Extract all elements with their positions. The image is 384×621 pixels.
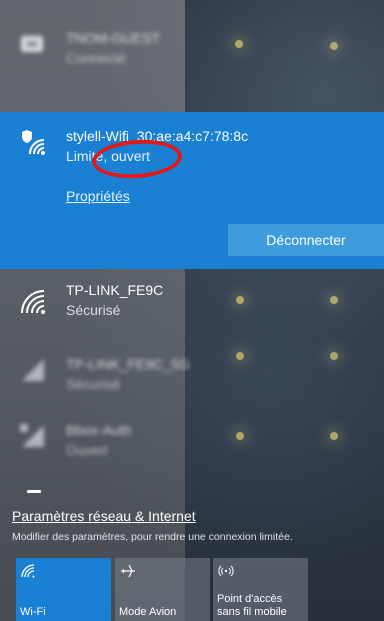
- mobile-hotspot-tile[interactable]: Point d'accès sans fil mobile: [213, 558, 308, 621]
- network-name: Bbox-Auth: [66, 422, 132, 438]
- network-settings-link[interactable]: Paramètres réseau & Internet: [12, 508, 196, 524]
- wifi-icon: [22, 359, 44, 381]
- tile-label: Point d'accès sans fil mobile: [217, 593, 287, 619]
- tile-label: Wi-Fi: [20, 606, 46, 618]
- network-item[interactable]: TP-LINK_FE9C_5G Sécurisé: [0, 350, 384, 410]
- network-status: Sécurisé: [66, 376, 121, 392]
- ethernet-icon: [21, 36, 43, 52]
- disconnect-button[interactable]: Déconnecter: [228, 224, 384, 256]
- wifi-icon: [21, 564, 35, 578]
- network-status: Connecté: [66, 50, 126, 66]
- network-status: Ouvert: [66, 442, 109, 458]
- network-item[interactable]: TP-LINK_FE9C Sécurisé: [0, 278, 384, 338]
- network-item-selected[interactable]: stylell-Wifi_30:ae:a4:c7:78:8c Limité, o…: [0, 112, 384, 269]
- network-status: Sécurisé: [66, 302, 121, 318]
- tile-label: Mode Avion: [119, 606, 177, 618]
- network-name: TNOM-GUEST: [66, 30, 161, 46]
- wifi-toggle-tile[interactable]: Wi-Fi: [16, 558, 111, 621]
- wifi-icon: [20, 424, 44, 447]
- hotspot-icon: [218, 565, 234, 577]
- tile-label-line2: sans fil mobile: [217, 606, 287, 618]
- airplane-mode-tile[interactable]: Mode Avion: [115, 558, 210, 621]
- airplane-icon: [121, 564, 135, 578]
- network-flyout: TNOM-GUEST Connecté stylell-Wifi_30:ae:a…: [0, 0, 384, 621]
- more-networks-dash: [27, 490, 41, 493]
- tile-label-line1: Point d'accès: [217, 593, 283, 605]
- wifi-shield-icon: [22, 130, 45, 155]
- network-item[interactable]: Bbox-Auth Ouvert: [0, 416, 384, 476]
- properties-link[interactable]: Propriétés: [66, 188, 130, 204]
- network-item[interactable]: TNOM-GUEST Connecté: [0, 18, 384, 78]
- network-name: TP-LINK_FE9C: [66, 282, 164, 298]
- wifi-icon: [21, 290, 45, 314]
- network-name: TP-LINK_FE9C_5G: [66, 356, 190, 372]
- settings-description: Modifier des paramètres, pour rendre une…: [12, 531, 293, 543]
